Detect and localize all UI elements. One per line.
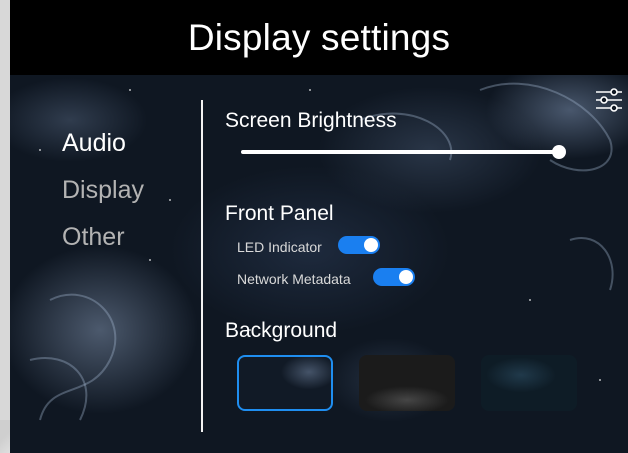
sidebar-divider — [201, 100, 203, 432]
front-panel-title: Front Panel — [225, 202, 334, 225]
brightness-title: Screen Brightness — [225, 109, 397, 132]
sidebar-item-other[interactable]: Other — [62, 223, 125, 252]
background-title: Background — [225, 319, 338, 342]
sidebar-item-audio[interactable]: Audio — [62, 129, 126, 158]
sliders-icon[interactable] — [593, 84, 625, 116]
background-option-deep-teal[interactable] — [481, 355, 577, 411]
brightness-slider[interactable] — [241, 145, 566, 159]
led-indicator-toggle[interactable] — [338, 236, 380, 254]
background-option-dark-gray[interactable] — [359, 355, 455, 411]
toggle-knob — [364, 238, 378, 252]
led-indicator-label: LED Indicator — [237, 239, 322, 255]
settings-window: Display settings Audio Display Other Scr… — [10, 0, 628, 453]
network-metadata-label: Network Metadata — [237, 271, 351, 287]
toggle-knob — [399, 270, 413, 284]
page-title: Display settings — [187, 16, 451, 58]
sidebar-item-display[interactable]: Display — [62, 176, 144, 205]
background-option-cosmic-swirl[interactable] — [237, 355, 333, 411]
header-bar: Display settings — [10, 0, 628, 75]
brightness-slider-thumb[interactable] — [552, 145, 566, 159]
network-metadata-toggle[interactable] — [373, 268, 415, 286]
